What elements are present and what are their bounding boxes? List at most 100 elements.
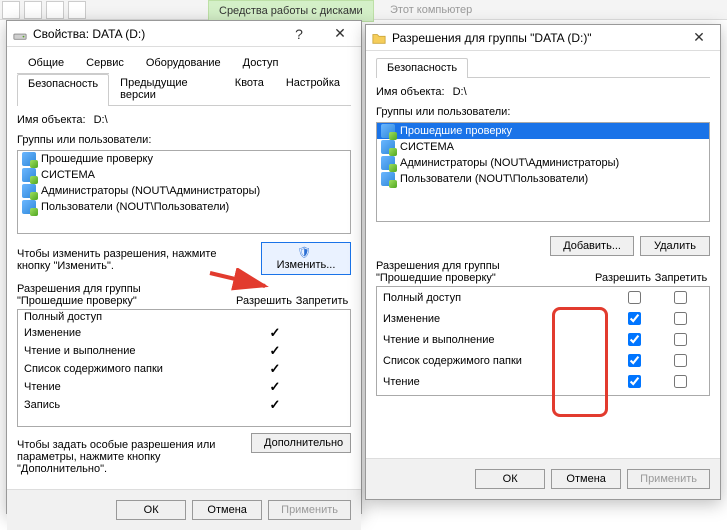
allow-mark: ✓ — [252, 397, 298, 413]
tab-security[interactable]: Безопасность — [376, 58, 468, 78]
change-button[interactable]: Изменить... — [261, 242, 351, 275]
users-icon — [22, 168, 36, 182]
tab-previous-versions[interactable]: Предыдущие версии — [109, 73, 224, 105]
property-tabs-row2: Безопасность Предыдущие версии Квота Нас… — [17, 73, 351, 106]
table-row: Список содержимого папки✓ — [18, 360, 350, 378]
ok-button[interactable]: ОК — [475, 469, 545, 489]
tab-security[interactable]: Безопасность — [17, 74, 109, 106]
list-item[interactable]: Прошедшие проверку — [18, 151, 350, 167]
table-row: Запись✓ — [18, 396, 350, 414]
permission-name: Чтение — [383, 376, 611, 388]
apply-button[interactable]: Применить — [268, 500, 351, 520]
permissions-table: Полный доступИзменение✓Чтение и выполнен… — [17, 309, 351, 427]
users-icon — [22, 200, 36, 214]
allow-header: Разрешить — [594, 272, 652, 284]
list-item[interactable]: СИСТЕМА — [18, 167, 350, 183]
add-button[interactable]: Добавить... — [550, 236, 634, 256]
tab-hardware[interactable]: Оборудование — [135, 53, 232, 73]
users-icon — [22, 152, 36, 166]
allow-mark: ✓ — [252, 343, 298, 359]
users-icon — [381, 124, 395, 138]
tab-tools[interactable]: Сервис — [75, 53, 135, 73]
toolbar-icon[interactable] — [68, 1, 86, 19]
tab-general[interactable]: Общие — [17, 53, 75, 73]
list-item[interactable]: Администраторы (NOUT\Администраторы) — [18, 183, 350, 199]
deny-checkbox[interactable] — [674, 291, 687, 304]
permissions-table: Полный доступИзменениеЧтение и выполнени… — [376, 286, 710, 396]
toolbar-icon[interactable] — [24, 1, 42, 19]
groups-list[interactable]: Прошедшие проверку СИСТЕМА Администратор… — [17, 150, 351, 234]
window-title: Разрешения для группы "DATA (D:)" — [392, 31, 678, 45]
table-row: Изменение — [377, 308, 709, 329]
object-name-label: Имя объекта: — [17, 114, 86, 126]
window-title: Свойства: DATA (D:) — [33, 27, 279, 41]
allow-header: Разрешить — [235, 295, 293, 307]
table-row: Полный доступ — [18, 310, 350, 324]
toolbar-icon[interactable] — [2, 1, 20, 19]
permissions-title: Разрешения для группы "Прошедшие проверк… — [376, 260, 594, 284]
window-properties: Свойства: DATA (D:) ? ✕ Общие Сервис Обо… — [6, 20, 362, 514]
list-item[interactable]: СИСТЕМА — [377, 139, 709, 155]
drive-icon — [13, 27, 27, 41]
allow-mark: ✓ — [252, 379, 298, 395]
permission-name: Чтение и выполнение — [383, 334, 611, 346]
advanced-button[interactable]: Дополнительно — [251, 433, 351, 453]
allow-checkbox[interactable] — [628, 312, 641, 325]
permission-name: Список содержимого папки — [24, 363, 252, 375]
allow-checkbox[interactable] — [628, 375, 641, 388]
list-item[interactable]: Пользователи (NOUT\Пользователи) — [18, 199, 350, 215]
permissions-title: Разрешения для группы "Прошедшие проверк… — [17, 283, 235, 307]
tab-quota[interactable]: Квота — [224, 73, 275, 105]
cancel-button[interactable]: Отмена — [551, 469, 621, 489]
deny-checkbox[interactable] — [674, 333, 687, 346]
table-row: Список содержимого папки — [377, 350, 709, 371]
ribbon-tab-this-pc[interactable]: Этот компьютер — [380, 0, 482, 20]
change-hint: Чтобы изменить разрешения, нажмите кнопк… — [17, 248, 251, 272]
list-item[interactable]: Прошедшие проверку — [377, 123, 709, 139]
users-icon — [381, 140, 395, 154]
list-item[interactable]: Администраторы (NOUT\Администраторы) — [377, 155, 709, 171]
allow-checkbox[interactable] — [628, 291, 641, 304]
deny-header: Запретить — [652, 272, 710, 284]
deny-checkbox[interactable] — [674, 375, 687, 388]
groups-list[interactable]: Прошедшие проверку СИСТЕМА Администратор… — [376, 122, 710, 222]
users-icon — [22, 184, 36, 198]
groups-label: Группы или пользователи: — [376, 106, 710, 118]
allow-checkbox[interactable] — [628, 333, 641, 346]
object-name-value: D:\ — [94, 114, 108, 126]
object-name-value: D:\ — [453, 86, 467, 98]
table-row: Чтение✓ — [18, 378, 350, 396]
table-row: Чтение — [377, 371, 709, 392]
help-button[interactable]: ? — [279, 21, 319, 47]
users-icon — [381, 156, 395, 170]
list-item[interactable]: Пользователи (NOUT\Пользователи) — [377, 171, 709, 187]
toolbar-icon[interactable] — [46, 1, 64, 19]
window-permissions: Разрешения для группы "DATA (D:)" ✕ Безо… — [365, 24, 721, 500]
permission-name: Изменение — [383, 313, 611, 325]
deny-checkbox[interactable] — [674, 312, 687, 325]
table-row: Изменение✓ — [18, 324, 350, 342]
allow-checkbox[interactable] — [628, 354, 641, 367]
groups-label: Группы или пользователи: — [17, 134, 351, 146]
close-button[interactable]: ✕ — [678, 25, 720, 51]
permission-name: Чтение — [24, 381, 252, 393]
ribbon-tab-drive-tools[interactable]: Средства работы с дисками — [208, 0, 374, 22]
permission-name: Запись — [24, 399, 252, 411]
table-row: Чтение и выполнение — [377, 329, 709, 350]
deny-header: Запретить — [293, 295, 351, 307]
advanced-hint: Чтобы задать особые разрешения или парам… — [17, 439, 241, 475]
cancel-button[interactable]: Отмена — [192, 500, 262, 520]
ok-button[interactable]: ОК — [116, 500, 186, 520]
users-icon — [381, 172, 395, 186]
folder-icon — [372, 31, 386, 45]
allow-mark: ✓ — [252, 325, 298, 341]
close-button[interactable]: ✕ — [319, 21, 361, 47]
deny-checkbox[interactable] — [674, 354, 687, 367]
remove-button[interactable]: Удалить — [640, 236, 710, 256]
permission-name: Полный доступ — [24, 311, 252, 323]
property-tabs-row1: Общие Сервис Оборудование Доступ — [17, 53, 351, 74]
apply-button[interactable]: Применить — [627, 469, 710, 489]
tab-customize[interactable]: Настройка — [275, 73, 351, 105]
tab-sharing[interactable]: Доступ — [232, 53, 290, 73]
permission-name: Список содержимого папки — [383, 355, 611, 367]
